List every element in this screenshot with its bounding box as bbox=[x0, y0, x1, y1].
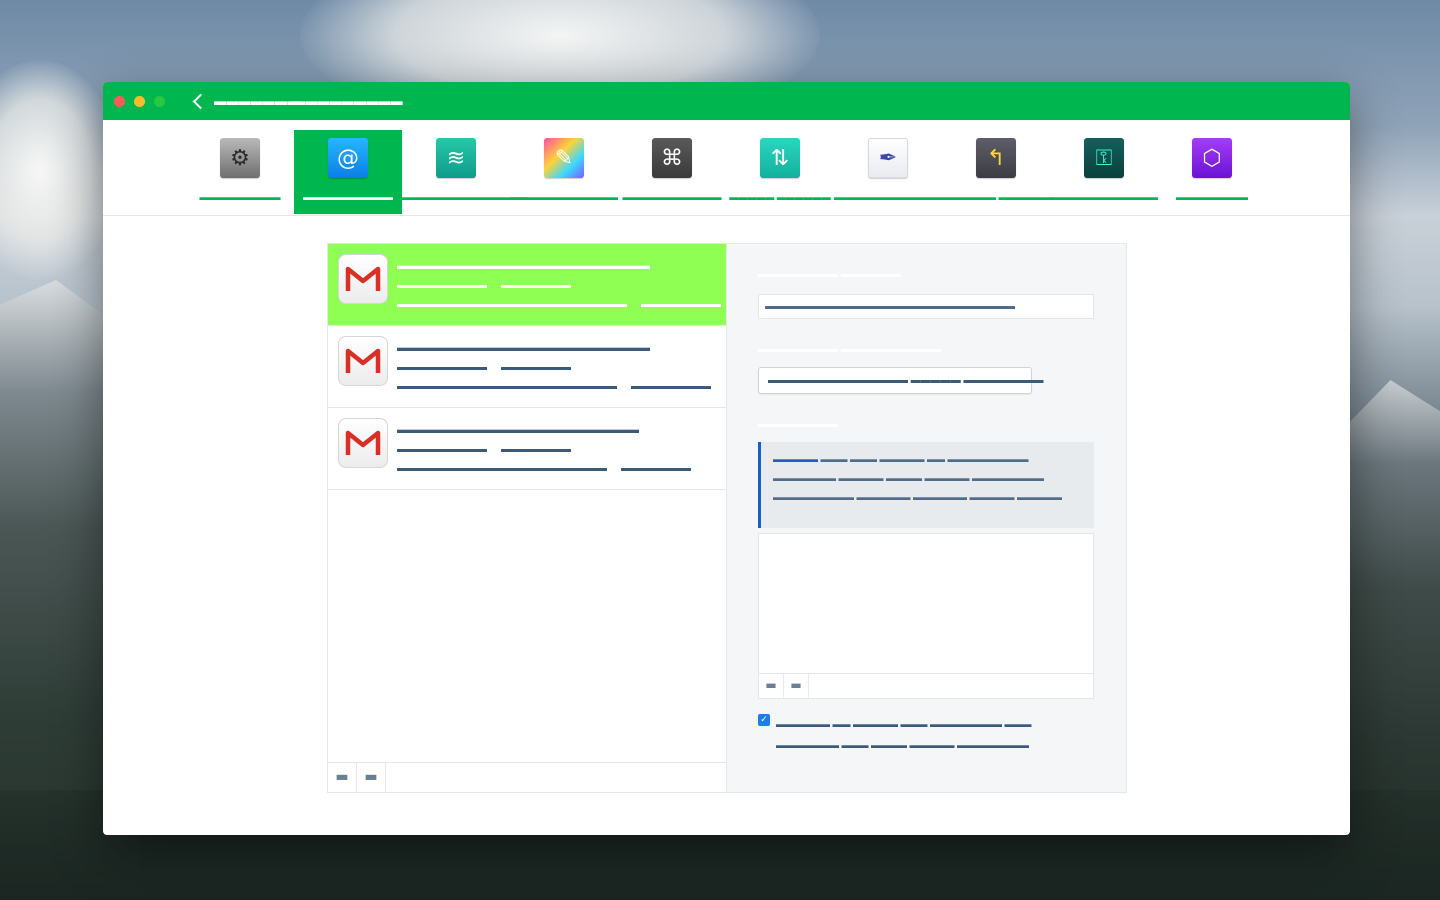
toolbar-item-stripes[interactable]: ≋ ▬▬▬▬▬▬▬▬▬▬▬▬▬▬ bbox=[402, 130, 528, 214]
account-name-field[interactable]: ▬▬▬▬▬▬▬▬▬▬▬▬▬▬▬▬▬▬▬▬▬▬▬▬▬ bbox=[758, 294, 1094, 319]
gmail-icon bbox=[338, 336, 388, 386]
toolbar-item-label: ▬▬▬▬▬▬▬▬▬▬▬▬▬▬ bbox=[402, 192, 528, 202]
toolbar-item-signatures[interactable]: ✒ ▬▬▬▬▬▬▬▬▬▬▬▬ bbox=[834, 130, 942, 214]
gear-icon: ⚙ bbox=[220, 138, 260, 178]
toolbar-item-label: ▬▬▬▬▬▬▬▬▬▬▬▬ bbox=[834, 192, 942, 202]
add-alias-button[interactable]: ▬ bbox=[759, 674, 784, 698]
toolbar-item-rules[interactable]: ⇅ ▬▬▬▬▬ ▬▬▬▬▬▬ bbox=[726, 130, 834, 214]
toolbar-item-label: ▬▬▬▬▬▬▬▬▬▬▬ bbox=[622, 192, 722, 202]
toolbar-item-label: ▬▬▬▬▬ ▬▬▬▬▬▬ bbox=[729, 192, 831, 202]
window-title-breadcrumb: ▬▬▬▬▬▬▬ bbox=[214, 94, 300, 108]
toolbar-item-security[interactable]: ⚿ ▬▬▬▬▬▬▬▬▬▬▬▬ bbox=[1050, 130, 1158, 214]
close-window-button[interactable] bbox=[114, 96, 125, 107]
preferences-window: ▬▬▬▬▬▬▬ ▬▬▬▬▬▬▬▬▬ ⚙ ▬▬▬▬▬▬▬▬▬ @ ▬▬▬▬▬▬▬▬… bbox=[103, 82, 1350, 835]
aliases-list[interactable]: ▬ ▬ bbox=[758, 533, 1094, 699]
toolbar-item-advanced[interactable]: ↰ ▬▬▬▬▬▬ ▬▬▬▬▬▬ bbox=[942, 130, 1053, 214]
background-cloud bbox=[0, 60, 120, 280]
account-name: ▬▬▬▬▬▬▬▬▬▬▬▬▬▬▬▬▬▬▬▬▬▬ bbox=[397, 424, 639, 436]
gmail-icon bbox=[338, 418, 388, 468]
account-name: ▬▬▬▬▬▬▬▬▬▬▬▬▬▬▬▬▬▬▬▬▬▬▬ bbox=[397, 260, 650, 272]
remove-account-button[interactable]: ▬ bbox=[357, 763, 386, 792]
account-list-item[interactable]: ▬▬▬▬▬▬▬▬▬▬▬▬▬▬▬▬▬▬▬▬▬▬▬ ▬▬▬▬▬▬▬▬▬ ▬▬▬▬▬▬▬… bbox=[328, 244, 726, 326]
account-details: ▬▬▬▬▬▬▬▬▬ ▬▬▬▬▬▬▬ bbox=[397, 444, 571, 455]
toolbar-item-accounts[interactable]: @ ▬▬▬▬▬▬▬▬▬▬ bbox=[294, 130, 402, 214]
back-chevron-icon[interactable] bbox=[191, 92, 205, 110]
account-details: ▬▬▬▬▬▬▬▬▬ ▬▬▬▬▬▬▬ bbox=[397, 280, 571, 291]
field-label: ▬▬▬▬▬▬▬▬ ▬▬▬▬▬▬ bbox=[758, 269, 901, 280]
arrows-icon: ⇅ bbox=[760, 138, 800, 178]
toolbar-item-label: ▬▬▬▬▬▬▬▬ bbox=[1176, 192, 1248, 202]
signature-icon: ✒ bbox=[868, 138, 908, 178]
accounts-list: ▬▬▬▬▬▬▬▬▬▬▬▬▬▬▬▬▬▬▬▬▬▬▬ ▬▬▬▬▬▬▬▬▬ ▬▬▬▬▬▬▬… bbox=[328, 244, 727, 792]
command-icon: ⌘ bbox=[652, 138, 692, 178]
field-label: ▬▬▬▬▬▬▬▬ ▬▬▬▬▬▬▬▬▬▬ bbox=[758, 344, 941, 355]
aliases-list-footer: ▬ ▬ bbox=[759, 673, 1093, 698]
account-details-pane: ▬▬▬▬▬▬▬▬ ▬▬▬▬▬▬ ▬▬▬▬▬▬▬▬▬▬▬▬▬▬▬▬▬▬▬▬▬▬▬▬… bbox=[727, 244, 1126, 792]
option-checkbox[interactable]: ✓ bbox=[758, 714, 770, 726]
account-email: ▬▬▬▬▬▬▬▬▬▬▬▬▬▬▬▬▬▬▬▬▬▬ ▬▬▬▬▬▬▬▬ bbox=[397, 381, 711, 392]
toolbar-item-label: ▬▬▬▬▬▬▬▬▬▬▬▬ bbox=[1050, 192, 1158, 202]
account-email: ▬▬▬▬▬▬▬▬▬▬▬▬▬▬▬▬▬▬▬▬▬ ▬▬▬▬▬▬▬ bbox=[397, 463, 691, 474]
accounts-list-footer: ▬ ▬ bbox=[328, 762, 727, 792]
minimize-window-button[interactable] bbox=[134, 96, 145, 107]
key-icon: ⚿ bbox=[1084, 138, 1124, 178]
stripes-icon: ≋ bbox=[436, 138, 476, 178]
window-title: ▬▬▬▬▬▬▬▬▬ bbox=[293, 94, 403, 108]
toolbar-item-label: ▬▬▬▬▬▬▬▬▬▬▬▬ bbox=[510, 192, 618, 202]
add-account-button[interactable]: ▬ bbox=[328, 763, 357, 792]
account-list-item[interactable]: ▬▬▬▬▬▬▬▬▬▬▬▬▬▬▬▬▬▬▬▬▬▬ ▬▬▬▬▬▬▬▬▬ ▬▬▬▬▬▬▬ … bbox=[328, 408, 726, 490]
remove-alias-button[interactable]: ▬ bbox=[784, 674, 809, 698]
accounts-panel: ▬▬▬▬▬▬▬▬▬▬▬▬▬▬▬▬▬▬▬▬▬▬▬ ▬▬▬▬▬▬▬▬▬ ▬▬▬▬▬▬▬… bbox=[327, 243, 1127, 793]
preferences-toolbar: ⚙ ▬▬▬▬▬▬▬▬▬ @ ▬▬▬▬▬▬▬▬▬▬ ≋ ▬▬▬▬▬▬▬▬▬▬▬▬▬… bbox=[103, 120, 1350, 216]
toolbar-item-general[interactable]: ⚙ ▬▬▬▬▬▬▬▬▬ bbox=[186, 130, 294, 214]
toolbar-item-label: ▬▬▬▬▬▬▬▬▬▬ bbox=[303, 192, 393, 202]
section-label: ▬▬▬▬▬▬▬▬ bbox=[758, 419, 838, 430]
info-note: ▬▬▬▬▬ ▬▬▬ ▬▬▬ ▬▬▬▬▬ ▬▬ ▬▬▬▬▬▬▬▬▬ ▬▬▬▬▬▬▬… bbox=[758, 442, 1094, 528]
toolbar-item-label: ▬▬▬▬▬▬▬▬▬ bbox=[199, 192, 281, 202]
toolbar-item-plugins[interactable]: ⬡ ▬▬▬▬▬▬▬▬ bbox=[1158, 130, 1266, 214]
account-type-select[interactable]: ▬▬▬▬▬▬▬▬▬▬▬▬▬▬ ▬▬▬▬▬ ▬▬▬▬▬▬▬▬ bbox=[758, 367, 1044, 394]
gmail-icon bbox=[338, 254, 388, 304]
paintbrush-icon: ✎ bbox=[544, 138, 584, 178]
at-sign-icon: @ bbox=[328, 138, 368, 178]
undo-arrow-icon: ↰ bbox=[976, 138, 1016, 178]
toolbar-item-shortcuts[interactable]: ⌘ ▬▬▬▬▬▬▬▬▬▬▬ bbox=[618, 130, 726, 214]
titlebar: ▬▬▬▬▬▬▬ ▬▬▬▬▬▬▬▬▬ bbox=[103, 82, 1350, 120]
account-name: ▬▬▬▬▬▬▬▬▬▬▬▬▬▬▬▬▬▬▬▬▬▬▬ bbox=[397, 342, 650, 354]
account-email: ▬▬▬▬▬▬▬▬▬▬▬▬▬▬▬▬▬▬▬▬▬▬▬ ▬▬▬▬▬▬▬▬ bbox=[397, 299, 721, 310]
zoom-window-button[interactable] bbox=[154, 96, 165, 107]
cube-icon: ⬡ bbox=[1192, 138, 1232, 178]
toolbar-item-label: ▬▬▬▬▬▬ ▬▬▬▬▬▬ bbox=[942, 192, 1053, 202]
account-details: ▬▬▬▬▬▬▬▬▬ ▬▬▬▬▬▬▬ bbox=[397, 362, 571, 373]
account-list-item[interactable]: ▬▬▬▬▬▬▬▬▬▬▬▬▬▬▬▬▬▬▬▬▬▬▬ ▬▬▬▬▬▬▬▬▬ ▬▬▬▬▬▬▬… bbox=[328, 326, 726, 408]
toolbar-item-appearance[interactable]: ✎ ▬▬▬▬▬▬▬▬▬▬▬▬ bbox=[510, 130, 618, 214]
checkbox-label: ▬▬▬▬▬▬ ▬▬ ▬▬▬▬▬ ▬▬▬ ▬▬▬▬▬▬▬▬ ▬▬▬ ▬▬▬▬▬▬▬… bbox=[776, 719, 1032, 750]
